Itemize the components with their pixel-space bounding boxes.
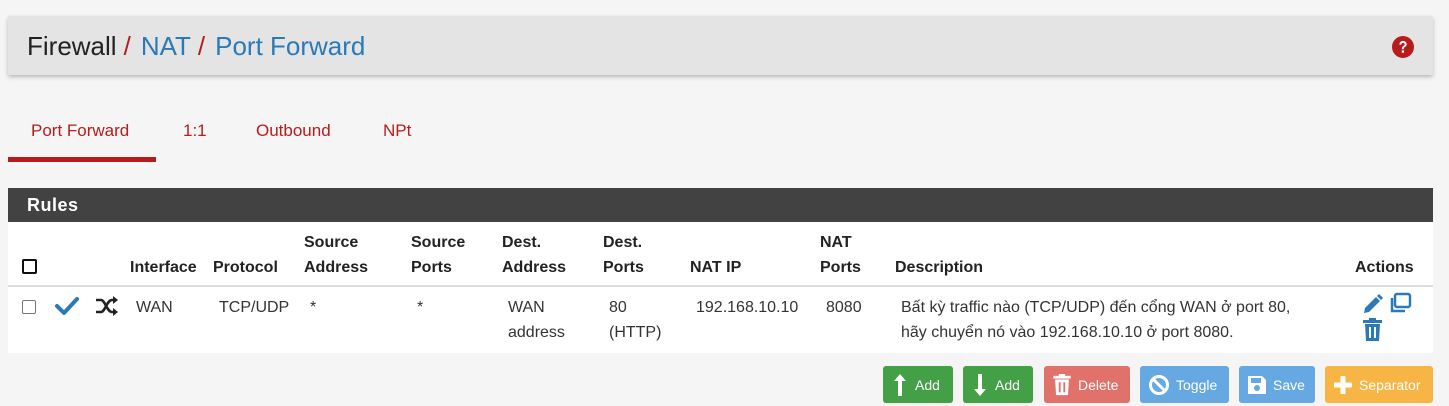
col-dest-address-line1: Dest. [502, 234, 542, 251]
add-top-label: Add [915, 376, 940, 393]
col-protocol: Protocol [213, 259, 278, 276]
cell-dest-address-line1: WAN [508, 299, 545, 316]
add-rule-top-button[interactable]: Add [883, 366, 953, 403]
arrow-up-icon [894, 373, 906, 396]
toggle-button[interactable]: Toggle [1140, 366, 1229, 403]
breadcrumb-separator: / [123, 31, 131, 61]
breadcrumb: Firewall / NAT / Port Forward [27, 31, 365, 61]
save-button[interactable]: Save [1239, 366, 1315, 403]
cell-protocol: TCP/UDP [219, 299, 290, 316]
toggle-label: Toggle [1176, 376, 1218, 393]
question-circle-icon[interactable] [1392, 36, 1414, 58]
panel-title: Rules [8, 188, 1433, 222]
col-source-ports-line1: Source [411, 234, 466, 251]
add-rule-bottom-button[interactable]: Add [963, 366, 1033, 403]
save-label: Save [1273, 376, 1305, 393]
cell-nat-ip: 192.168.10.10 [696, 299, 799, 316]
col-source-address-line1: Source [304, 234, 359, 251]
save-icon [1248, 375, 1266, 394]
breadcrumb-firewall: Firewall [27, 31, 117, 61]
delete-label: Delete [1078, 376, 1119, 393]
tab-npt[interactable]: NPt [383, 110, 411, 162]
pencil-icon[interactable] [1362, 293, 1384, 315]
col-nat-ports-line2: Ports [820, 259, 861, 276]
col-source-address-line2: Address [304, 259, 369, 276]
col-dest-ports-line2: Ports [603, 259, 644, 276]
copy-icon[interactable] [1388, 292, 1412, 314]
cell-source-address: * [310, 299, 317, 316]
rules-panel: Rules Interface Protocol Source Address … [8, 188, 1433, 353]
col-nat-ports-line1: NAT [820, 234, 852, 251]
breadcrumb-port-forward-link[interactable]: Port Forward [215, 31, 365, 61]
cell-description-line1: Bất kỳ traffic nào (TCP/UDP) đến cổng WA… [901, 299, 1291, 316]
header-divider [8, 285, 1433, 287]
ban-icon [1149, 374, 1169, 395]
row-select-checkbox[interactable] [22, 300, 36, 314]
select-all-checkbox[interactable] [22, 259, 37, 274]
check-icon[interactable] [55, 296, 79, 316]
trash-icon[interactable] [1362, 318, 1383, 342]
tab-one-to-one[interactable]: 1:1 [183, 110, 207, 162]
tab-outbound[interactable]: Outbound [256, 110, 331, 162]
plus-icon [1334, 375, 1352, 394]
col-source-ports-line2: Ports [411, 259, 452, 276]
cell-description-line2: hãy chuyển nó vào 192.168.10.10 ở port 8… [901, 324, 1234, 341]
breadcrumb-separator: / [197, 31, 206, 61]
col-dest-address-line2: Address [502, 259, 567, 276]
trash-icon [1053, 373, 1071, 395]
col-interface: Interface [130, 259, 197, 276]
col-actions: Actions [1355, 259, 1414, 276]
tab-port-forward[interactable]: Port Forward [8, 110, 156, 162]
arrow-down-icon [974, 373, 986, 396]
cell-source-ports: * [417, 299, 424, 316]
col-nat-ip: NAT IP [690, 259, 742, 276]
separator-button[interactable]: Separator [1325, 366, 1433, 403]
breadcrumb-nat-link[interactable]: NAT [141, 31, 191, 61]
cell-nat-ports: 8080 [826, 299, 862, 316]
cell-interface: WAN [136, 299, 173, 316]
add-bottom-label: Add [995, 376, 1020, 393]
cell-dest-ports-line1: 80 [609, 299, 627, 316]
col-description: Description [895, 259, 984, 276]
delete-button[interactable]: Delete [1044, 366, 1130, 403]
separator-label: Separator [1359, 376, 1421, 393]
cell-dest-ports-line2: (HTTP) [609, 324, 662, 341]
cell-dest-address-line2: address [508, 324, 565, 341]
random-icon [96, 296, 118, 316]
col-dest-ports-line1: Dest. [603, 234, 643, 251]
page-header: Firewall / NAT / Port Forward [8, 16, 1433, 75]
